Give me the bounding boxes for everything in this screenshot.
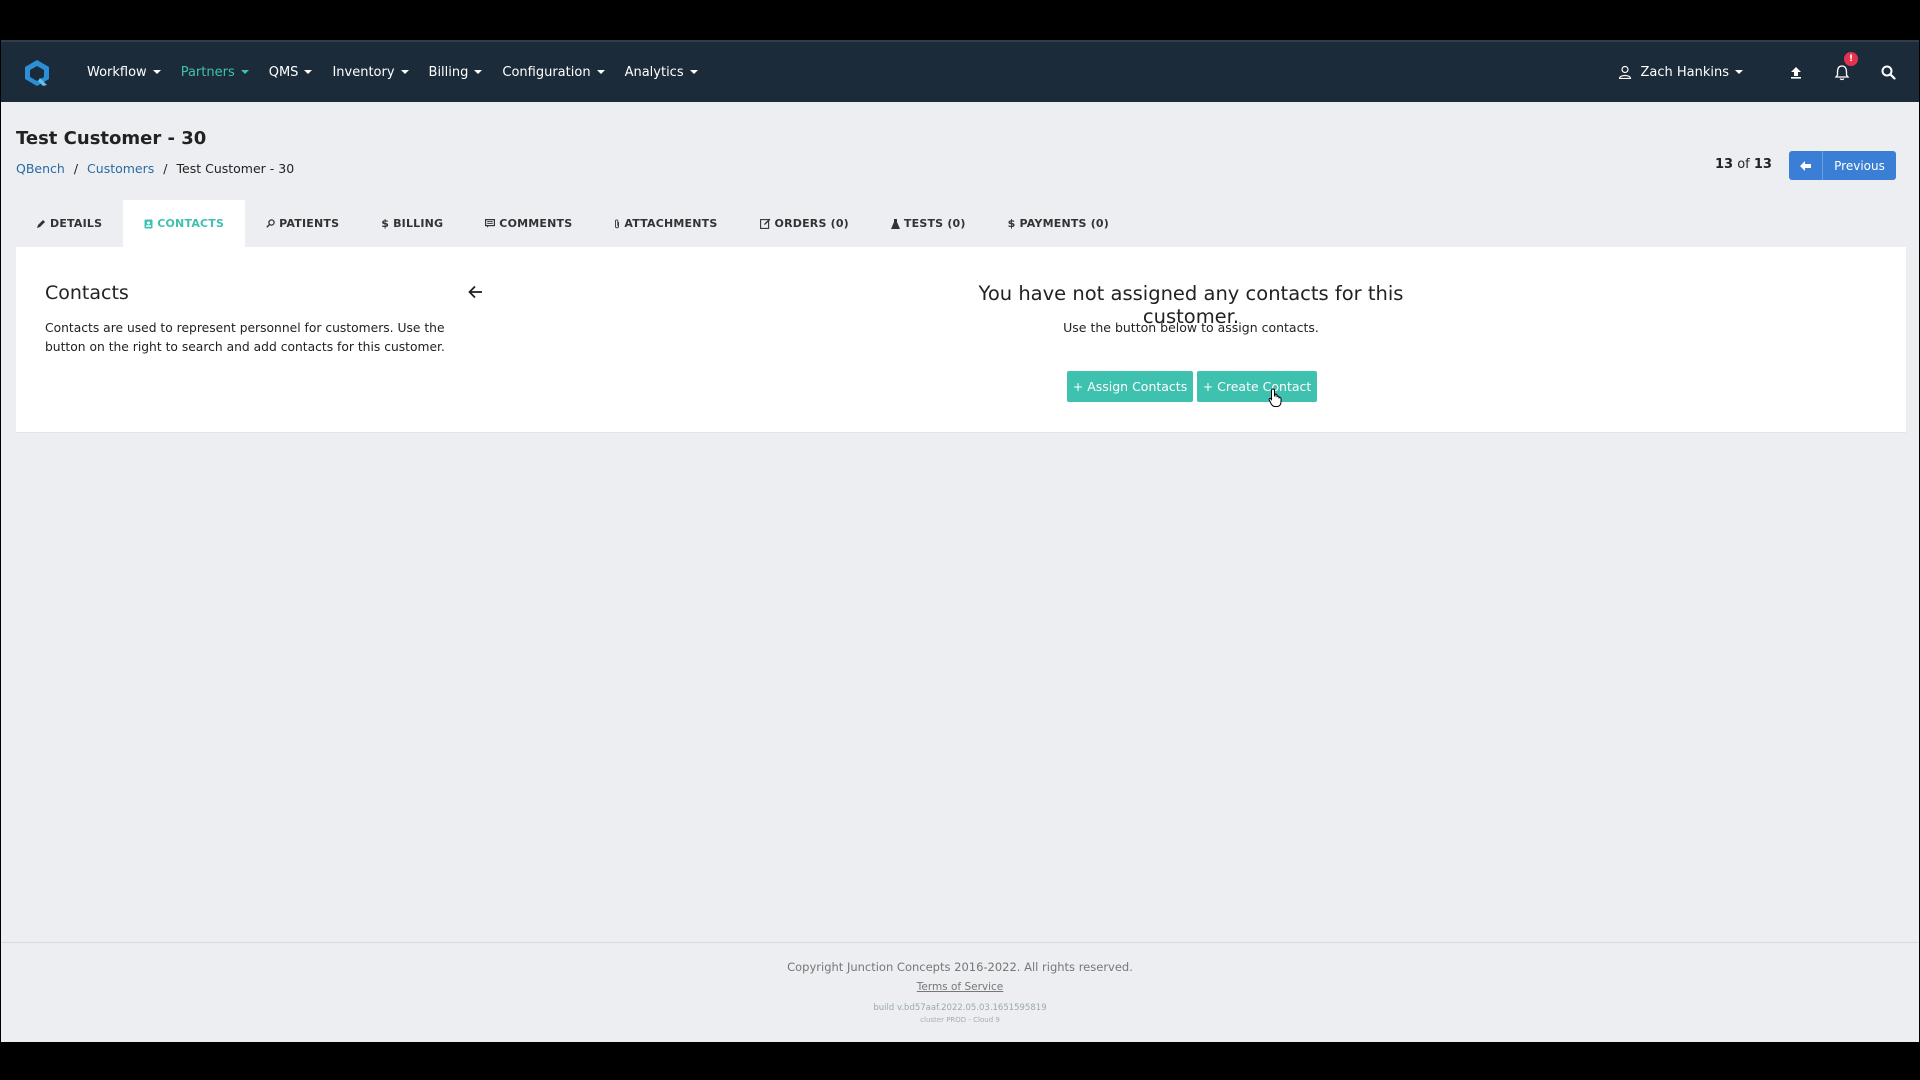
- tab-contacts-label: CONTACTS: [157, 217, 225, 230]
- contacts-title: Contacts: [45, 282, 129, 304]
- upload-icon: [1791, 66, 1801, 79]
- tab-orders-label: ORDERS (0): [774, 217, 849, 230]
- counter-current: 13: [1715, 157, 1734, 172]
- copyright-text: Copyright Junction Concepts 2016-2022. A…: [787, 960, 1133, 974]
- app-window: Workflow Partners QMS Inventory Billing …: [0, 40, 1920, 1042]
- notifications-button[interactable]: !: [1819, 51, 1865, 81]
- breadcrumb-qbench[interactable]: QBench: [16, 161, 65, 176]
- tab-contacts[interactable]: CONTACTS: [123, 200, 246, 247]
- tab-comments[interactable]: COMMENTS: [464, 200, 593, 247]
- assign-contacts-button[interactable]: + Assign Contacts: [1067, 371, 1193, 402]
- tab-tests[interactable]: TESTS (0): [870, 200, 987, 247]
- nav-analytics[interactable]: Analytics: [625, 65, 698, 80]
- search-button[interactable]: [1865, 65, 1911, 80]
- customer-tabs: DETAILS CONTACTS PATIENTS $ BILLING COMM…: [16, 200, 1130, 247]
- chevron-down-icon: [689, 70, 698, 74]
- counter-of: of: [1733, 157, 1754, 172]
- flask-icon: [890, 218, 900, 229]
- tab-billing-label: BILLING: [393, 217, 444, 230]
- nav-qms[interactable]: QMS: [269, 65, 313, 80]
- qbench-logo-icon[interactable]: [23, 59, 51, 87]
- counter-total: 13: [1753, 157, 1772, 172]
- top-navbar: Workflow Partners QMS Inventory Billing …: [1, 40, 1919, 102]
- pencil-icon: [37, 220, 45, 228]
- nav-inventory-label: Inventory: [332, 64, 395, 80]
- nav-partners[interactable]: Partners: [181, 65, 249, 80]
- main-menu: Workflow Partners QMS Inventory Billing …: [87, 42, 718, 102]
- terms-of-service-link[interactable]: Terms of Service: [917, 981, 1004, 993]
- nav-billing-label: Billing: [428, 64, 469, 80]
- nav-billing[interactable]: Billing: [429, 65, 483, 80]
- breadcrumb-separator: /: [73, 161, 79, 176]
- contact-book-icon: [144, 219, 153, 228]
- contacts-panel: Contacts Contacts are used to represent …: [16, 247, 1906, 433]
- breadcrumb-customers[interactable]: Customers: [87, 161, 154, 176]
- chevron-down-icon: [304, 70, 313, 74]
- tab-patients[interactable]: PATIENTS: [245, 200, 360, 247]
- breadcrumb: QBench / Customers / Test Customer - 30: [16, 161, 294, 176]
- record-counter: 13 of 13: [1715, 157, 1772, 172]
- tab-details-label: DETAILS: [50, 217, 103, 230]
- cluster-info: cluster PROD - Cloud 9: [920, 1016, 1000, 1024]
- arrow-left-icon: [468, 285, 482, 299]
- user-menu[interactable]: Zach Hankins: [1618, 65, 1743, 80]
- breadcrumb-separator: /: [163, 161, 168, 176]
- tab-payments-label: PAYMENTS (0): [1019, 217, 1110, 230]
- nav-workflow[interactable]: Workflow: [87, 65, 161, 80]
- chevron-down-icon: [240, 70, 249, 74]
- tab-attachments[interactable]: ATTACHMENTS: [593, 200, 738, 247]
- search-icon: [1881, 65, 1896, 80]
- dollar-icon: $: [1007, 217, 1016, 230]
- paperclip-icon: [615, 219, 620, 228]
- previous-label: Previous: [1834, 158, 1885, 173]
- tab-billing[interactable]: $ BILLING: [360, 200, 464, 247]
- edit-icon: [759, 218, 770, 229]
- tab-comments-label: COMMENTS: [499, 217, 573, 230]
- bell-icon: [1834, 64, 1850, 80]
- tab-details[interactable]: DETAILS: [16, 200, 123, 247]
- terms-wrapper: Terms of Service: [1, 981, 1919, 993]
- chevron-down-icon: [474, 70, 483, 74]
- chevron-down-icon: [1735, 70, 1743, 74]
- nav-configuration-label: Configuration: [502, 64, 591, 80]
- hand-cursor-icon: [1268, 388, 1282, 407]
- tab-patients-label: PATIENTS: [279, 217, 340, 230]
- page-title: Test Customer - 30: [16, 128, 207, 149]
- notification-badge: !: [1844, 51, 1858, 66]
- nav-partners-label: Partners: [180, 64, 235, 80]
- build-info: build v.bd57aaf.2022.05.03.1651595819: [873, 1003, 1047, 1013]
- nav-analytics-label: Analytics: [624, 64, 684, 80]
- chevron-down-icon: [400, 70, 409, 74]
- tab-orders[interactable]: ORDERS (0): [739, 200, 870, 247]
- nav-configuration[interactable]: Configuration: [502, 64, 605, 80]
- user-icon: [1619, 65, 1632, 79]
- pin-icon: [266, 219, 275, 228]
- nav-qms-label: QMS: [268, 64, 299, 80]
- upload-button[interactable]: [1773, 66, 1819, 79]
- empty-state-subtitle: Use the button below to assign contacts.: [1063, 320, 1319, 335]
- user-name: Zach Hankins: [1640, 64, 1729, 80]
- footer: Copyright Junction Concepts 2016-2022. A…: [1, 942, 1919, 1042]
- tab-payments[interactable]: $ PAYMENTS (0): [987, 200, 1130, 247]
- arrow-left-icon: [1789, 151, 1823, 180]
- chevron-down-icon: [152, 70, 161, 74]
- tab-tests-label: TESTS (0): [903, 217, 966, 230]
- nav-workflow-label: Workflow: [87, 64, 147, 80]
- navbar-right: Zach Hankins !: [1618, 42, 1919, 102]
- comment-icon: [485, 219, 496, 228]
- create-contact-button[interactable]: + Create Contact: [1197, 371, 1317, 402]
- breadcrumb-current: Test Customer - 30: [176, 161, 295, 176]
- previous-button[interactable]: Previous: [1789, 151, 1896, 180]
- dollar-icon: $: [381, 217, 390, 230]
- contacts-description: Contacts are used to represent personnel…: [45, 321, 445, 354]
- back-arrow-button[interactable]: [468, 284, 483, 303]
- nav-inventory[interactable]: Inventory: [332, 64, 409, 80]
- tab-attachments-label: ATTACHMENTS: [624, 217, 718, 230]
- chevron-down-icon: [596, 70, 605, 74]
